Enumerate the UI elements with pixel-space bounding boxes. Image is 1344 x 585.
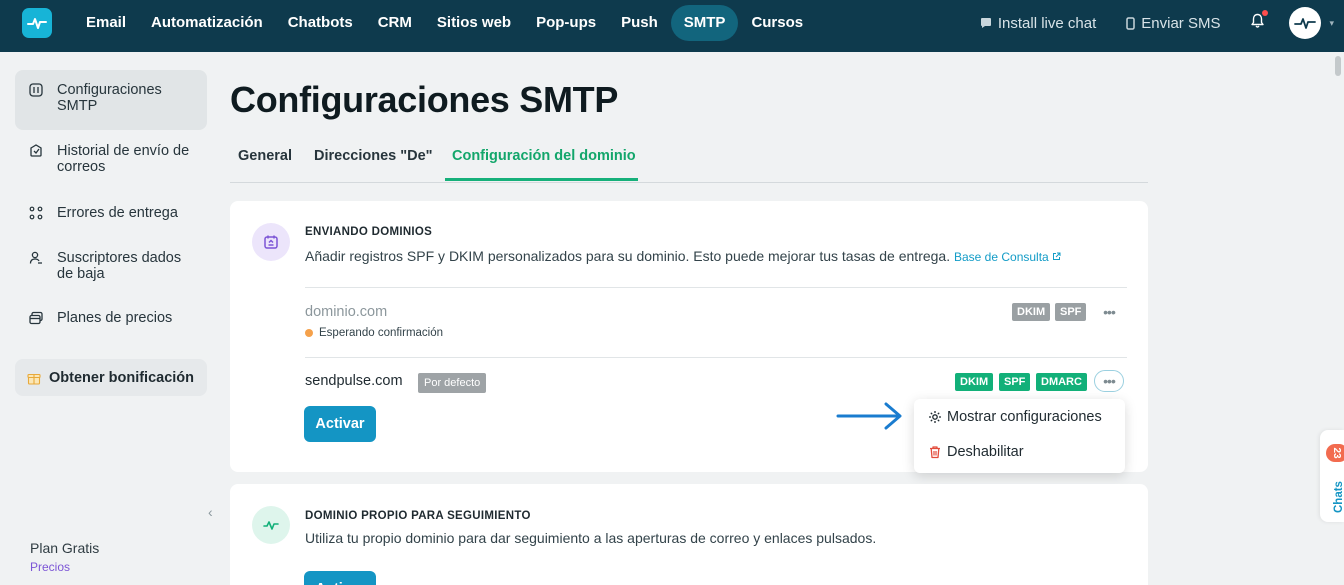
external-link-icon — [1053, 252, 1061, 260]
default-badge: Por defecto — [418, 373, 487, 393]
menu-item-label: Deshabilitar — [947, 444, 1024, 460]
sidebar-item-label: Configuraciones SMTP — [57, 82, 162, 114]
divider — [305, 287, 1127, 288]
unsubscribed-icon — [29, 251, 42, 264]
gift-icon — [27, 373, 41, 385]
chats-count-badge: 23 — [1326, 444, 1344, 462]
sending-domains-heading: ENVIANDO DOMINIOS — [305, 226, 433, 238]
nav-item-push[interactable]: Push — [609, 5, 670, 41]
tracking-domain-icon-circle — [252, 506, 290, 544]
domain-name: sendpulse.com — [305, 373, 403, 389]
sidebar-item-label: Errores de entrega — [57, 205, 178, 221]
smtp-settings-icon — [29, 83, 43, 97]
knowledge-base-link[interactable]: Base de Consulta — [954, 250, 1061, 264]
domain-name: dominio.com — [305, 304, 388, 320]
sending-domains-icon-circle — [252, 223, 290, 261]
domain-more-button-open[interactable]: ••• — [1094, 370, 1124, 392]
sidebar-item-history[interactable]: Historial de envío de correos — [15, 131, 207, 185]
collapse-sidebar-icon[interactable]: ‹ — [208, 504, 213, 520]
pricing-icon — [29, 311, 43, 325]
more-dots-icon: ••• — [1103, 304, 1116, 320]
account-caret-icon[interactable]: ▾ — [1329, 18, 1334, 29]
nav-item-chatbots[interactable]: Chatbots — [276, 5, 365, 41]
sidebar-item-label: Suscriptores dados de baja — [57, 250, 182, 282]
spf-badge: SPF — [999, 373, 1031, 391]
nav-item-smtp[interactable]: SMTP — [670, 5, 739, 41]
active-tab-indicator — [445, 178, 638, 181]
history-icon — [30, 144, 42, 157]
dmarc-badge: DMARC — [1036, 373, 1087, 391]
account-avatar[interactable] — [1289, 7, 1322, 39]
pulse-logo-icon — [27, 18, 47, 29]
pricing-link[interactable]: Precios — [30, 560, 70, 574]
tracking-domain-description: Utiliza tu propio dominio para dar segui… — [305, 530, 877, 546]
chat-bubble-icon — [980, 18, 991, 28]
nav-item-crm[interactable]: CRM — [366, 5, 424, 41]
send-sms-label: Enviar SMS — [1141, 14, 1221, 32]
sending-domains-description-text: Añadir registros SPF y DKIM personalizad… — [305, 248, 951, 264]
sidebar-item-label: Planes de precios — [57, 310, 173, 326]
nav-right-actions: Install live chat Enviar SMS ▾ — [980, 0, 1344, 46]
phone-icon — [1126, 16, 1136, 30]
sending-domains-description: Añadir registros SPF y DKIM personalizad… — [305, 248, 1061, 264]
more-dots-icon: ••• — [1103, 373, 1116, 389]
nav-item-automation[interactable]: Automatización — [139, 5, 275, 41]
sidebar-item-delivery-errors[interactable]: Errores de entrega — [15, 193, 207, 231]
tab-domain-settings[interactable]: Configuración del dominio — [452, 148, 636, 182]
pulse-icon — [263, 521, 279, 530]
tracking-domain-heading: DOMINIO PROPIO PARA SEGUIMIENTO — [305, 510, 531, 522]
get-bonus-label: Obtener bonificación — [49, 369, 195, 386]
domain-actions-menu: Mostrar configuraciones Deshabilitar — [914, 399, 1125, 473]
sidebar-item-unsubscribed[interactable]: Suscriptores dados de baja — [15, 238, 207, 292]
errors-icon — [29, 206, 43, 220]
tab-from-addresses[interactable]: Direcciones "De" — [314, 148, 433, 182]
domain-more-button[interactable]: ••• — [1094, 301, 1124, 323]
get-bonus-button[interactable]: Obtener bonificación — [15, 359, 207, 396]
activate-button[interactable]: Activar — [304, 406, 376, 442]
notifications-button[interactable] — [1250, 9, 1269, 34]
top-navigation: Email Automatización Chatbots CRM Sitios… — [0, 0, 1344, 52]
menu-item-disable[interactable]: Deshabilitar — [928, 444, 1024, 460]
domain-status: Esperando confirmación — [305, 327, 443, 339]
current-plan: Plan Gratis — [30, 540, 100, 556]
tab-general[interactable]: General — [238, 148, 292, 182]
spf-badge: SPF — [1055, 303, 1087, 321]
pulse-avatar-icon — [1294, 18, 1317, 29]
sidebar-item-label: Historial de envío de correos — [57, 143, 190, 175]
page-scrollbar[interactable] — [1335, 56, 1341, 76]
domain-status-label: Esperando confirmación — [319, 327, 444, 339]
settings-tabs: General Direcciones "De" Configuración d… — [230, 140, 1148, 183]
tracking-domain-card: DOMINIO PROPIO PARA SEGUIMIENTO Utiliza … — [230, 484, 1148, 585]
nav-item-email[interactable]: Email — [74, 5, 138, 41]
install-live-chat-label: Install live chat — [997, 14, 1097, 32]
menu-item-show-settings[interactable]: Mostrar configuraciones — [928, 409, 1102, 425]
knowledge-base-label: Base de Consulta — [954, 250, 1049, 264]
page-title: Configuraciones SMTP — [230, 79, 619, 120]
main-menu: Email Automatización Chatbots CRM Sitios… — [74, 0, 816, 46]
divider — [305, 357, 1127, 358]
sidebar-item-smtp-settings[interactable]: Configuraciones SMTP — [15, 70, 207, 130]
sidebar-item-pricing-plans[interactable]: Planes de precios — [15, 298, 207, 336]
notification-dot — [1262, 9, 1269, 16]
nav-item-courses[interactable]: Cursos — [739, 5, 815, 41]
trash-icon — [930, 446, 940, 459]
arrow-annotation-icon — [836, 402, 902, 430]
tracking-activate-button[interactable]: Activar — [304, 571, 376, 585]
dkim-badge: DKIM — [955, 373, 994, 391]
sendpulse-logo[interactable] — [22, 8, 52, 38]
install-live-chat-link[interactable]: Install live chat — [980, 15, 1096, 32]
sidebar: Configuraciones SMTP Historial de envío … — [0, 52, 222, 585]
menu-item-label: Mostrar configuraciones — [947, 409, 1102, 425]
calendar-upload-icon — [264, 235, 278, 249]
nav-item-popups[interactable]: Pop-ups — [524, 5, 608, 41]
dkim-badge: DKIM — [1012, 303, 1051, 321]
send-sms-link[interactable]: Enviar SMS — [1126, 15, 1220, 32]
pending-status-dot — [305, 329, 313, 337]
chats-label: Chats — [1333, 481, 1344, 513]
gear-icon — [929, 411, 941, 423]
nav-item-websites[interactable]: Sitios web — [425, 5, 523, 41]
chats-widget-tab[interactable]: 23 Chats — [1320, 430, 1344, 522]
